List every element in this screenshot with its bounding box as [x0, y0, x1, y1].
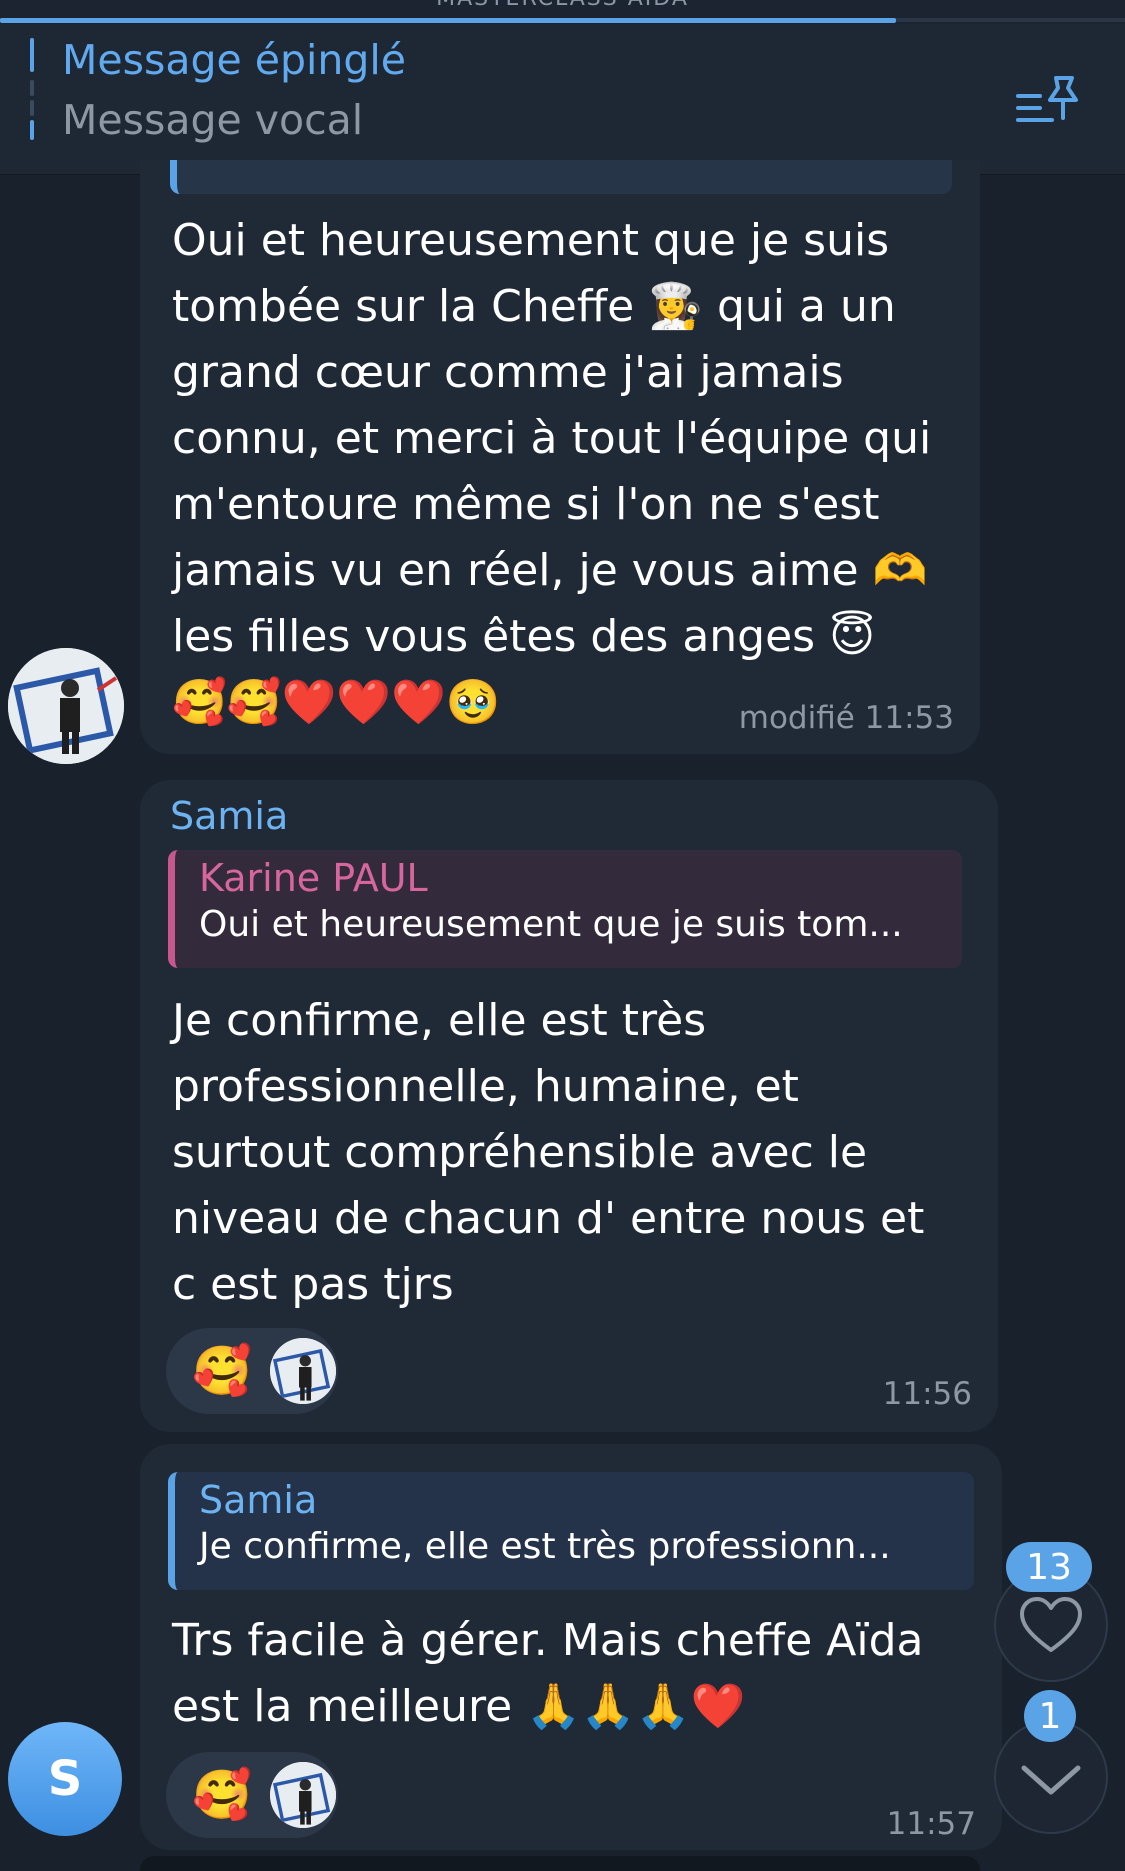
- next-message-edge: [140, 1856, 980, 1871]
- reactor-avatar: [270, 1762, 336, 1828]
- unread-count-badge: 1: [1024, 1690, 1076, 1742]
- top-progress-bar: MASTERCLASS AIDA: [0, 0, 1125, 24]
- reaction-chip[interactable]: 🥰: [166, 1752, 338, 1838]
- message-time: modifié 11:53: [738, 700, 954, 736]
- message-bubble-2[interactable]: Samia Karine PAUL Oui et heureusement qu…: [140, 780, 998, 1432]
- quoted-sender: Samia: [199, 1478, 318, 1522]
- pinned-subtitle: Message vocal: [62, 96, 364, 144]
- message-text: Oui et heureusement que je suis tombée s…: [172, 215, 932, 728]
- quoted-text: Je confirme, elle est très professionn..…: [199, 1526, 891, 1567]
- quoted-reply[interactable]: Karine PAUL Oui et heureusement que je s…: [168, 850, 962, 968]
- message-bubble-1[interactable]: Oui et heureusement que je suis tombée s…: [140, 160, 980, 754]
- pinned-indicator: [30, 38, 36, 178]
- quoted-reply[interactable]: Samia Je confirme, elle est très profess…: [168, 1472, 974, 1590]
- message-text: Trs facile à gérer. Mais cheffe Aïda est…: [172, 1615, 924, 1732]
- smiling-hearts-icon: 🥰: [192, 1343, 252, 1399]
- message-time: 11:57: [886, 1806, 976, 1842]
- sender-avatar-letter[interactable]: S: [8, 1722, 122, 1836]
- message-time: 11:56: [882, 1376, 972, 1412]
- quoted-text: Oui et heureusement que je suis tom...: [199, 904, 903, 945]
- message-bubble-3[interactable]: Samia Je confirme, elle est très profess…: [140, 1444, 1002, 1850]
- person-photo-icon: [8, 648, 124, 764]
- chat-title: MASTERCLASS AIDA: [0, 0, 1125, 11]
- pinned-list-icon[interactable]: [1010, 66, 1086, 142]
- smiling-hearts-icon: 🥰: [192, 1767, 252, 1823]
- message-text: Je confirme, elle est très professionnel…: [172, 995, 925, 1310]
- reaction-chip[interactable]: 🥰: [166, 1328, 338, 1414]
- reactions-count-badge: 13: [1006, 1542, 1092, 1592]
- quoted-reply-cropped: [170, 160, 952, 194]
- reactor-avatar: [270, 1338, 336, 1404]
- pinned-message-bar[interactable]: Message épinglé Message vocal: [0, 24, 1125, 175]
- sender-avatar[interactable]: [8, 648, 124, 764]
- quoted-sender: Karine PAUL: [199, 856, 428, 900]
- progress-fill: [0, 18, 896, 23]
- sender-name[interactable]: Samia: [170, 794, 288, 838]
- pinned-title: Message épinglé: [62, 36, 406, 84]
